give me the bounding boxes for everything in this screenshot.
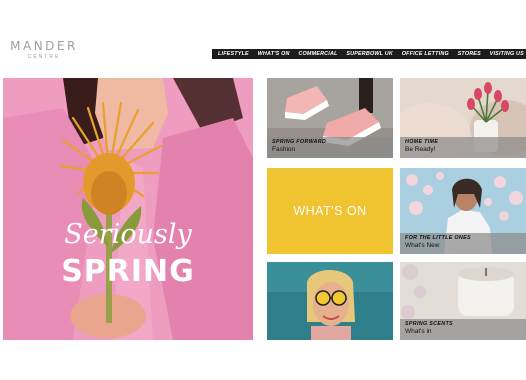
tile-caption: FOR THE LITTLE ONES What's New <box>400 233 526 254</box>
tile-caption: HOME TIME Be Ready! <box>400 137 526 158</box>
tile-title: HOME TIME <box>405 139 439 145</box>
tile-sunglasses[interactable] <box>267 262 393 340</box>
tile-subtitle: Fashion <box>272 146 296 153</box>
tile-title: SPRING SCENTS <box>405 321 453 327</box>
whats-on-label: WHAT'S ON <box>293 204 367 218</box>
nav-item-office-letting[interactable]: OFFICE LETTING <box>402 51 449 57</box>
tile-title: FOR THE LITTLE ONES <box>405 235 471 241</box>
sunglasses-photo <box>267 262 393 340</box>
logo-subtitle: CENTRE <box>27 54 61 60</box>
hero-headline-script: Seriously <box>64 219 192 250</box>
tile-spring-forward[interactable]: SPRING FORWARD Fashion <box>267 78 393 158</box>
nav-item-superbowl-uk[interactable]: SUPERBOWL UK <box>346 51 393 57</box>
nav-item-visiting-us[interactable]: VISITING US <box>490 51 524 57</box>
tile-title: SPRING FORWARD <box>272 139 327 145</box>
tile-home-time[interactable]: HOME TIME Be Ready! <box>400 78 526 158</box>
nav-item-whats-on[interactable]: WHAT'S ON <box>258 51 290 57</box>
tile-spring-scents[interactable]: SPRING SCENTS What's in <box>400 262 526 340</box>
hero-banner[interactable]: Seriously SPRING <box>3 78 253 340</box>
tile-subtitle: Be Ready! <box>405 146 436 153</box>
tile-subtitle: What's New <box>405 242 440 249</box>
nav-item-commercial[interactable]: COMMERCIAL <box>298 51 337 57</box>
nav-item-stores[interactable]: STORES <box>458 51 481 57</box>
logo-name: MANDER <box>10 39 78 53</box>
nav-item-lifestyle[interactable]: LIFESTYLE <box>218 51 249 57</box>
tile-caption: SPRING SCENTS What's in <box>400 319 526 340</box>
tile-subtitle: What's in <box>405 328 432 335</box>
main-navigation: LIFESTYLE WHAT'S ON COMMERCIAL SUPERBOWL… <box>212 49 526 59</box>
mander-centre-logo[interactable]: MANDER CENTRE <box>8 40 80 61</box>
hero-photo <box>3 78 253 340</box>
tile-whats-on[interactable]: WHAT'S ON <box>267 168 393 254</box>
tile-caption: SPRING FORWARD Fashion <box>267 137 393 158</box>
tile-for-the-little-ones[interactable]: FOR THE LITTLE ONES What's New <box>400 168 526 254</box>
hero-headline-bold: SPRING <box>61 254 195 289</box>
